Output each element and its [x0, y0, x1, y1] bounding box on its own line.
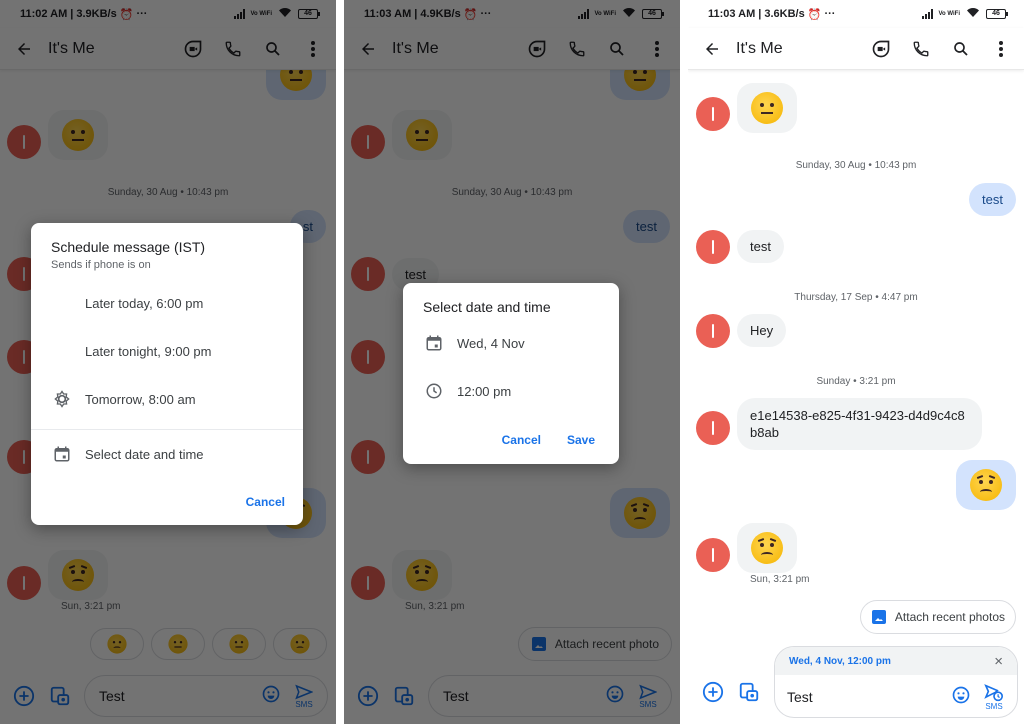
- cancel-button[interactable]: Cancel: [246, 495, 285, 509]
- vowifi-icon: Vo WiFi: [938, 11, 961, 17]
- scheduled-message-composer: Wed, 4 Nov, 12:00 pm × Test SMS: [774, 646, 1018, 718]
- schedule-message-dialog: Schedule message (IST) Sends if phone is…: [31, 223, 303, 525]
- signal-icon: [921, 9, 933, 19]
- outgoing-message[interactable]: test: [969, 183, 1016, 216]
- worried-face-emoji: [751, 532, 783, 564]
- moon-icon: [51, 340, 73, 362]
- duo-video-icon[interactable]: [870, 38, 892, 60]
- wifi-icon: [966, 7, 980, 21]
- date-separator: Thursday, 17 Sep • 4:47 pm: [794, 292, 918, 303]
- time-field[interactable]: 12:00 pm: [423, 367, 599, 415]
- message-input-text[interactable]: Test: [787, 689, 951, 705]
- screen-scheduled-message: 11:03 AM | 3.6KB/s ⏰ ··· Vo WiFi 46 It's…: [688, 0, 1024, 724]
- calendar-icon: [423, 332, 445, 354]
- more-notifications-icon: ···: [824, 8, 836, 20]
- contact-avatar[interactable]: [696, 230, 730, 264]
- schedule-option-tomorrow[interactable]: Tomorrow, 8:00 am: [51, 375, 283, 423]
- incoming-message[interactable]: Hey: [737, 314, 787, 347]
- select-date-time-dialog: Select date and time Wed, 4 Nov 12:00 pm…: [403, 283, 619, 464]
- emoji-picker-icon[interactable]: [951, 685, 971, 710]
- dialog-title: Schedule message (IST): [51, 239, 206, 255]
- save-button[interactable]: Save: [567, 433, 595, 447]
- incoming-message[interactable]: test: [737, 230, 784, 263]
- app-bar: It's Me: [688, 28, 1024, 70]
- incoming-message[interactable]: e1e14538-e825-4f31-9423-d4d9c4c8b8ab: [737, 398, 982, 450]
- phone-icon[interactable]: [910, 38, 932, 60]
- contact-avatar[interactable]: [696, 411, 730, 445]
- date-field[interactable]: Wed, 4 Nov: [423, 319, 599, 367]
- schedule-option-later-today[interactable]: Later today, 6:00 pm: [51, 279, 283, 327]
- sun-icon: [51, 388, 73, 410]
- alarm-icon: ⏰: [807, 8, 822, 21]
- send-label: SMS: [985, 701, 1003, 711]
- clock-icon: [423, 380, 445, 402]
- date-separator: Sunday • 3:21 pm: [816, 376, 896, 387]
- scheduled-time-label: Wed, 4 Nov, 12:00 pm: [789, 655, 891, 667]
- search-icon[interactable]: [950, 38, 972, 60]
- status-bar: 11:03 AM | 3.6KB/s ⏰ ··· Vo WiFi 46: [688, 0, 1024, 28]
- scheduled-send-icon: [984, 683, 1003, 701]
- screen-select-date-time: 11:03 AM | 4.9KB/s ⏰ ··· Vo WiFi 46 It's…: [344, 0, 680, 724]
- incoming-emoji-message[interactable]: [737, 83, 797, 133]
- moon-icon: [51, 292, 73, 314]
- close-icon[interactable]: ×: [994, 653, 1003, 670]
- date-separator: Sunday, 30 Aug • 10:43 pm: [795, 160, 917, 171]
- image-icon: [871, 610, 886, 624]
- dialog-title: Select date and time: [423, 299, 551, 315]
- conversation-title: It's Me: [736, 39, 783, 57]
- contact-avatar[interactable]: [696, 97, 730, 131]
- attach-recent-photos-chip[interactable]: Attach recent photos: [859, 600, 1016, 634]
- more-vert-icon[interactable]: [990, 38, 1012, 60]
- back-arrow-icon[interactable]: [702, 39, 722, 59]
- calendar-icon: [51, 443, 73, 465]
- message-timestamp: Sun, 3:21 pm: [750, 574, 810, 585]
- schedule-option-select-date-time[interactable]: Select date and time: [51, 430, 283, 478]
- scheduled-time-banner[interactable]: Wed, 4 Nov, 12:00 pm ×: [775, 647, 1017, 675]
- gallery-icon[interactable]: [738, 681, 760, 708]
- status-time: 11:03 AM: [708, 8, 756, 20]
- schedule-option-later-tonight[interactable]: Later tonight, 9:00 pm: [51, 327, 283, 375]
- dialog-subtitle: Sends if phone is on: [51, 259, 151, 271]
- scheduled-send-button[interactable]: SMS: [977, 683, 1011, 711]
- message-input[interactable]: Test SMS: [775, 675, 1017, 717]
- contact-avatar[interactable]: [696, 538, 730, 572]
- cancel-button[interactable]: Cancel: [502, 433, 541, 447]
- message-list[interactable]: Sunday, 30 Aug • 10:43 pm test test Thur…: [688, 70, 1024, 724]
- add-attachment-icon[interactable]: [702, 681, 724, 708]
- neutral-face-emoji: [751, 92, 783, 124]
- battery-icon: 46: [986, 9, 1008, 19]
- worried-face-emoji: [970, 469, 1002, 501]
- status-speed: 3.6KB/s: [764, 8, 805, 20]
- outgoing-emoji-message[interactable]: [956, 460, 1016, 510]
- incoming-emoji-message[interactable]: [737, 523, 797, 573]
- screen-schedule-options: 11:02 AM | 3.9KB/s ⏰ ··· Vo WiFi 46 It's…: [0, 0, 336, 724]
- contact-avatar[interactable]: [696, 314, 730, 348]
